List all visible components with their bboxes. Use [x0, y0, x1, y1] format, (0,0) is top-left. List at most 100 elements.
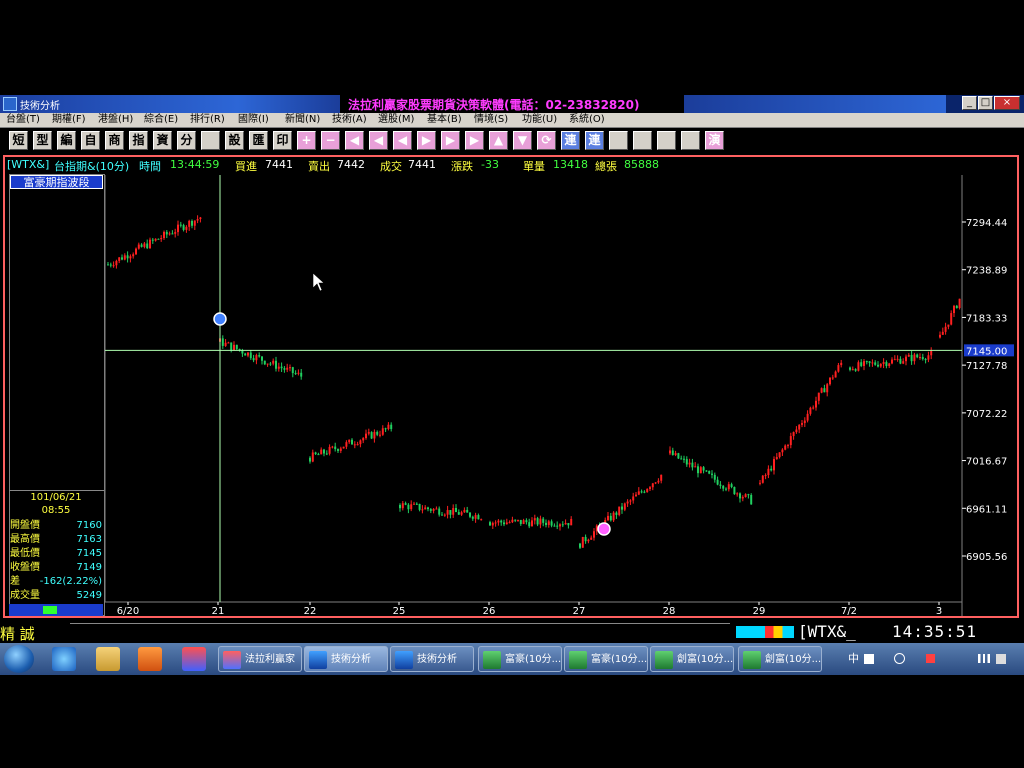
taskbar-task[interactable]: 技術分析: [304, 646, 388, 672]
candle-body: [280, 366, 283, 369]
candle-body: [570, 518, 573, 526]
candle-body: [660, 474, 663, 481]
tray-lang[interactable]: 中: [848, 646, 859, 672]
excel-icon: [655, 651, 673, 669]
candle-body: [500, 520, 503, 523]
candle-body: [413, 503, 415, 505]
x-tick-label: 22: [304, 606, 317, 617]
candle-body: [632, 496, 635, 501]
candle-body: [556, 525, 559, 527]
session-marker-icon[interactable]: [213, 312, 227, 326]
candle-body: [337, 449, 339, 451]
excel-icon: [569, 651, 587, 669]
candle-body: [235, 344, 238, 349]
tray-help-icon[interactable]: [894, 653, 905, 664]
candle-body: [590, 537, 593, 540]
candle-body: [559, 524, 561, 527]
candle-body: [471, 516, 474, 519]
candle-body: [767, 468, 770, 476]
candle-body: [449, 510, 452, 515]
tray-volume-icon[interactable]: [996, 654, 1006, 664]
candle-body: [196, 219, 199, 221]
app-shortcut-icon[interactable]: [182, 647, 206, 671]
taskbar-task-label: 創富(10分...: [677, 654, 734, 665]
candle-body: [418, 503, 421, 510]
candle-body: [446, 510, 449, 515]
ie-icon[interactable]: [52, 647, 76, 671]
candle-body: [806, 413, 809, 421]
candle-body: [477, 515, 480, 520]
taskbar-task[interactable]: 技術分析: [390, 646, 474, 672]
candle-body: [694, 466, 697, 468]
candle-body: [815, 400, 817, 408]
candle-body: [891, 359, 893, 364]
candle-body: [410, 504, 413, 510]
candle-body: [773, 459, 775, 471]
x-tick-label: 25: [393, 606, 406, 617]
y-tick-label: 7238.89: [966, 266, 1007, 277]
candle-body: [367, 432, 370, 434]
candle-body: [770, 468, 773, 471]
candle-body: [112, 265, 115, 267]
candle-body: [123, 255, 126, 260]
candle-body: [289, 367, 291, 369]
candle-body: [511, 519, 514, 523]
excel-icon: [483, 651, 501, 669]
candle-body: [224, 342, 227, 346]
taskbar-task[interactable]: 富豪(10分...: [478, 646, 562, 672]
candle-body: [916, 354, 919, 358]
folder-icon[interactable]: [96, 647, 120, 671]
candle-body: [109, 264, 112, 266]
candle-body: [452, 508, 455, 515]
candle-body: [151, 239, 154, 241]
candle-body: [716, 479, 719, 485]
status-symbol: [WTX&_: [798, 622, 856, 641]
chart-app-icon: [309, 651, 327, 669]
candle-body: [328, 446, 331, 454]
candle-body: [840, 362, 843, 366]
candle-body: [739, 493, 741, 499]
candle-body: [924, 359, 927, 361]
candle-body: [505, 522, 508, 525]
candle-body: [941, 331, 944, 335]
candle-body: [345, 442, 348, 447]
candle-body: [390, 424, 393, 430]
tray-flag-icon[interactable]: [926, 654, 935, 663]
candle-body: [831, 377, 834, 379]
candle-body: [657, 480, 660, 483]
candle-body: [291, 367, 294, 374]
taskbar-task[interactable]: 創富(10分...: [738, 646, 822, 672]
candle-body: [415, 503, 418, 505]
candle-body: [888, 363, 891, 366]
candle-body: [623, 503, 626, 510]
candle-body: [474, 515, 477, 519]
start-button[interactable]: [4, 645, 34, 673]
tray-signal-icon[interactable]: [978, 654, 990, 663]
candle-body: [646, 488, 649, 493]
candle-body: [874, 362, 877, 365]
candle-body: [671, 450, 674, 456]
candle-body: [626, 501, 629, 504]
tray-keyboard-icon[interactable]: [864, 654, 874, 664]
candle-body: [640, 491, 643, 493]
candle-body: [882, 362, 885, 364]
candle-body: [387, 424, 390, 429]
candle-body: [612, 512, 615, 521]
candle-body: [685, 459, 688, 465]
candle-body: [463, 509, 466, 513]
candle-body: [550, 521, 553, 526]
candle-body: [283, 368, 286, 370]
taskbar-task[interactable]: 創富(10分...: [650, 646, 734, 672]
signal-marker-icon[interactable]: [597, 522, 611, 536]
taskbar-task[interactable]: 法拉利贏家: [218, 646, 302, 672]
media-player-icon[interactable]: [138, 647, 162, 671]
candle-body: [705, 470, 708, 472]
taskbar-task[interactable]: 富豪(10分...: [564, 646, 648, 672]
candle-body: [460, 512, 463, 515]
candle-body: [311, 452, 314, 462]
candle-body: [784, 445, 787, 450]
candle-body: [764, 475, 767, 477]
x-tick-label: 27: [573, 606, 586, 617]
candle-body: [708, 470, 711, 474]
candle-body: [553, 525, 556, 527]
